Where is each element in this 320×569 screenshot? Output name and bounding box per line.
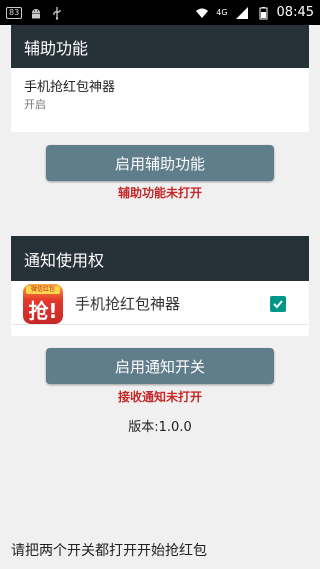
notification-access-card: 通知使用权 微信红包 抢! 手机抢红包神器 xyxy=(11,236,309,336)
accessibility-service-title[interactable]: 手机抢红包神器 xyxy=(24,76,115,95)
notification-app-row[interactable]: 微信红包 抢! 手机抢红包神器 xyxy=(11,283,309,325)
notification-access-checkbox[interactable] xyxy=(270,295,286,312)
accessibility-warning: 辅助功能未打开 xyxy=(117,186,202,200)
status-bar: 83 4G 08:45 xyxy=(0,0,320,25)
network-type-label: 4G xyxy=(216,8,228,17)
signal-icon xyxy=(235,6,248,19)
status-bar-right: 4G 08:45 xyxy=(195,5,314,20)
status-bar-left: 83 xyxy=(6,6,64,20)
notification-count-icon: 83 xyxy=(6,6,23,19)
notification-warning: 接收通知未打开 xyxy=(117,390,202,404)
accessibility-header: 辅助功能 xyxy=(11,25,309,68)
app-icon-glyph: 抢! xyxy=(28,298,58,323)
android-icon xyxy=(32,8,41,18)
notification-access-header: 通知使用权 xyxy=(11,236,309,281)
accessibility-service-status: 开启 xyxy=(24,98,46,111)
version-label: 版本:1.0.0 xyxy=(128,420,192,435)
accessibility-card: 辅助功能 手机抢红包神器 开启 xyxy=(11,25,309,132)
app-icon-tag: 微信红包 xyxy=(26,285,60,294)
notification-app-name: 手机抢红包神器 xyxy=(75,295,181,313)
enable-accessibility-button[interactable]: 启用辅助功能 xyxy=(46,145,274,181)
enable-notification-button[interactable]: 启用通知开关 xyxy=(46,348,274,384)
battery-icon xyxy=(259,6,268,19)
status-time: 08:45 xyxy=(276,5,314,20)
bottom-instruction: 请把两个开关都打开开始抢红包 xyxy=(11,543,207,559)
app-icon: 微信红包 抢! xyxy=(23,283,63,324)
check-icon xyxy=(273,299,283,308)
usb-icon xyxy=(53,6,61,20)
wifi-icon xyxy=(196,8,209,18)
